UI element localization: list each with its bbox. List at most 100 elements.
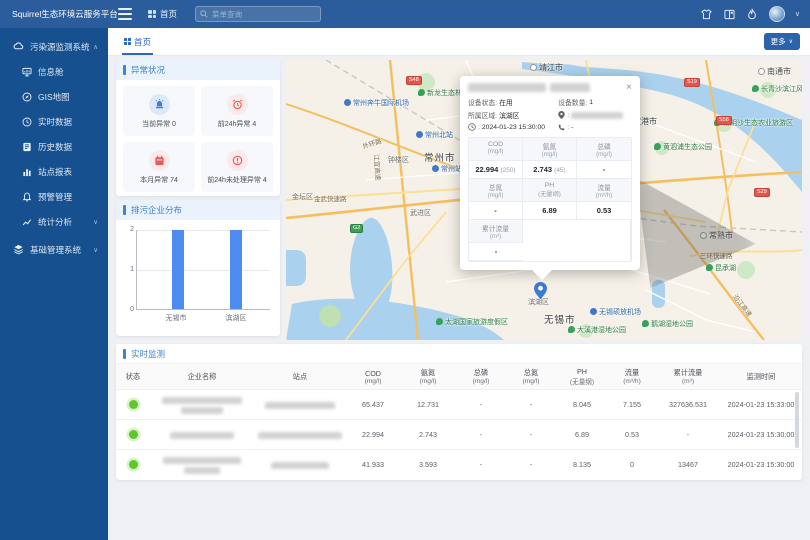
monitor-table: 状态 企业名称 站点 COD(mg/l) 氨氮(mg/l) 总磷(mg/l) 总…	[116, 364, 802, 480]
redacted-company-name	[170, 432, 234, 439]
app-root: Squirrel生态环境云服务平台 首页 ∨	[0, 0, 810, 540]
map-label: 武进区	[410, 208, 431, 218]
redacted-company-name	[181, 407, 223, 414]
sidebar-item-history-data[interactable]: 历史数据	[0, 134, 108, 159]
map-label: 常州北站	[416, 130, 453, 140]
cloud-monitor-icon	[13, 41, 24, 52]
bar-wuxi	[172, 230, 184, 309]
map-label: 太湖国家旅游度假区	[436, 317, 508, 327]
sidebar-item-info-cabin[interactable]: 信息舱	[0, 59, 108, 84]
phone-icon	[558, 124, 565, 131]
redacted-company-name	[163, 457, 241, 464]
road-badge: S48	[406, 76, 422, 85]
location-pin-icon	[558, 111, 565, 119]
stat-card-unhandled-abnormal: 前24h未处理异常 4	[201, 142, 273, 192]
alarm-clock-icon	[227, 94, 248, 115]
tab-grid-icon	[124, 38, 131, 45]
modules-icon	[13, 244, 24, 255]
redacted-site-name	[271, 462, 329, 469]
stat-card-current-abnormal: 当前异常 0	[123, 86, 195, 136]
history-doc-icon	[21, 141, 32, 152]
tab-bar: 首页 更多 ∨	[108, 28, 810, 56]
map-label: 常州奔牛国际机场	[344, 98, 409, 108]
x-axis-labels: 无锡市 滨湖区	[136, 310, 270, 326]
site-marker-pin[interactable]	[534, 282, 547, 301]
abnormal-cards: 当前异常 0 前24h异常 4 本月异常 74 前24h未处理异常 4	[116, 80, 280, 196]
map-label: 无锡硕放机场	[590, 307, 641, 317]
map-label: 黄泗浦生态公园	[654, 142, 712, 152]
theme-skin-icon[interactable]	[700, 8, 713, 21]
sidebar-item-base-system[interactable]: 基础管理系统 ∨	[0, 237, 108, 262]
alarm-bell-icon	[21, 191, 32, 202]
map-label: 新龙生态林	[418, 88, 462, 98]
flame-icon[interactable]	[746, 8, 759, 21]
tab-home[interactable]: 首页	[118, 28, 157, 55]
redacted-site-title	[550, 83, 590, 92]
y-tick: 2	[123, 226, 134, 233]
clock-icon	[21, 116, 32, 127]
sidebar-item-gis-map[interactable]: GIS地图	[0, 84, 108, 109]
sidebar-item-statistics[interactable]: 统计分析 ∨	[0, 209, 108, 234]
map-label: 大溪港湿地公园	[568, 325, 626, 335]
menu-search	[195, 6, 321, 22]
layout-split-icon[interactable]	[723, 8, 736, 21]
topbar-actions: ∨	[700, 6, 810, 22]
bar-chart: 2 1 0 无锡市 滨湖区	[116, 220, 280, 336]
site-info-popup: × 设备状态: 在用 设备数量: 1 所属区域: 滨湖区 : :2024-01-…	[460, 76, 640, 270]
gis-map[interactable]: 靖江市 南通市 长青沙滨江风光带 常阴沙生态农业旅游区 黄泗浦生态公园 新龙生态…	[286, 60, 802, 340]
map-label: 长青沙滨江风光带	[752, 84, 802, 94]
y-tick: 0	[123, 306, 134, 313]
table-row[interactable]: 41.933 3.593 - - 8.135 0 13467 2024-01-2…	[116, 450, 802, 480]
map-label: 靖江市	[530, 62, 563, 73]
y-tick: 1	[123, 266, 134, 273]
user-menu-chevron-down-icon[interactable]: ∨	[795, 10, 800, 18]
map-label: 常州站	[432, 164, 462, 174]
topbar-home-link[interactable]: 首页	[148, 8, 177, 20]
info-screen-icon	[21, 66, 32, 77]
map-label: 南通市	[758, 66, 791, 77]
realtime-monitor-panel: 实时监测 状态 企业名称 站点 COD(mg/l) 氨氮(mg/l) 总磷(mg…	[116, 344, 802, 480]
chevron-down-icon: ∨	[93, 218, 98, 226]
stat-card-24h-abnormal: 前24h异常 4	[201, 86, 273, 136]
close-icon[interactable]: ×	[626, 83, 632, 92]
status-online-dot	[129, 460, 138, 469]
chevron-down-icon: ∨	[93, 246, 98, 254]
panel-title: 排污企业分布	[116, 200, 280, 220]
table-row[interactable]: 22.994 2.743 - - 6.89 0.53 - 2024-01-23 …	[116, 420, 802, 450]
sidebar-item-site-report[interactable]: 站点报表	[0, 159, 108, 184]
bar-binhu	[230, 230, 242, 309]
redacted-address	[571, 112, 623, 119]
redacted-site-title	[468, 83, 546, 92]
calendar-icon	[149, 150, 170, 171]
road-badge: G2	[350, 224, 363, 233]
sidebar-item-realtime-data[interactable]: 实时数据	[0, 109, 108, 134]
table-scrollbar[interactable]	[795, 392, 799, 448]
more-button[interactable]: 更多 ∨	[764, 33, 800, 50]
status-online-dot	[129, 430, 138, 439]
search-input[interactable]	[212, 10, 320, 19]
user-avatar[interactable]	[769, 6, 785, 22]
sidebar: 污染源监测系统 ∧ 信息舱 GIS地图 实时数据 历史数据	[0, 28, 108, 540]
grid-icon	[148, 10, 156, 18]
map-road-label: 金武快速路	[314, 193, 347, 203]
map-label: 钟楼区	[388, 155, 409, 165]
table-row[interactable]: 65.437 12.731 - - 8.045 7.155 327636.531…	[116, 390, 802, 420]
hamburger-menu-icon[interactable]	[118, 8, 132, 20]
map-label: 昆承湖	[706, 263, 736, 273]
map-label: 金坛区	[292, 192, 313, 202]
map-label: 常州市	[424, 150, 456, 164]
compass-icon	[21, 91, 32, 102]
stat-card-month-abnormal: 本月异常 74	[123, 142, 195, 192]
road-badge: S19	[684, 78, 700, 87]
clock-icon	[468, 123, 476, 131]
map-road-label: 江宜高速	[372, 154, 384, 181]
search-icon	[200, 10, 208, 18]
sidebar-item-pollution-system[interactable]: 污染源监测系统 ∧	[0, 34, 108, 59]
redacted-company-name	[162, 397, 242, 404]
siren-icon	[149, 94, 170, 115]
sidebar-item-alert-management[interactable]: 预警管理	[0, 184, 108, 209]
chart-plot-area: 2 1 0	[136, 230, 270, 310]
alert-circle-icon	[227, 150, 248, 171]
app-logo: Squirrel生态环境云服务平台	[0, 8, 108, 20]
status-online-dot	[129, 400, 138, 409]
